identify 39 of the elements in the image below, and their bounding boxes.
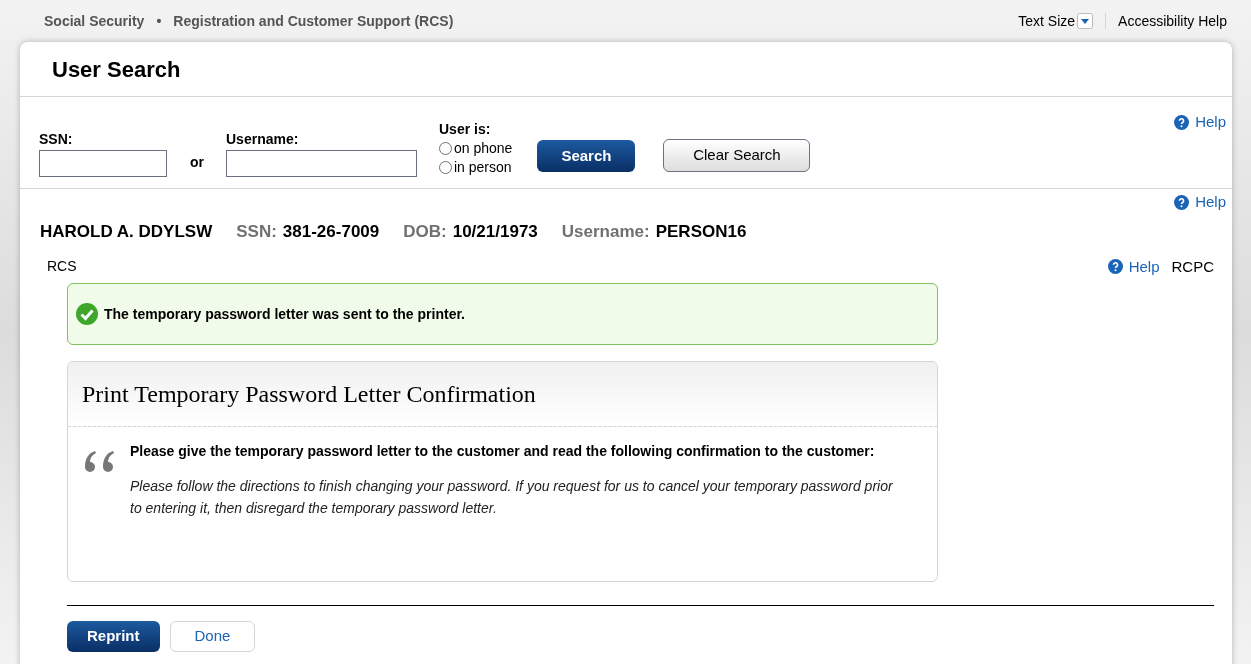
clear-search-button[interactable]: Clear Search [663,139,811,172]
reprint-button[interactable]: Reprint [67,621,160,652]
info-value: 10/21/1973 [452,221,538,243]
info-value: 381-26-7009 [282,221,380,243]
radio-option[interactable]: in person [439,158,513,177]
section-label: RCS [46,257,77,277]
check-icon [76,303,98,325]
help-icon [1107,259,1123,275]
user-is-label: User is: [439,120,492,139]
done-button[interactable]: Done [169,621,256,652]
dropdown-icon [1077,13,1094,29]
ssn-field[interactable] [39,150,167,177]
field-label: SSN: [39,130,74,149]
instruction-text: Please give the temporary password letter to the customer and read the following confirmation to the customer: [130,442,876,461]
alert-message: The temporary password letter was sent to the printer. [104,304,465,324]
radio-option[interactable]: on phone [439,139,513,158]
info-value: PERSON16 [655,221,747,243]
username-field[interactable] [226,150,417,177]
help-link[interactable]: Help [1174,111,1226,134]
panel-title: Print Temporary Password Letter Confirmation [82,380,536,409]
section-label: RCPC [1171,256,1214,277]
help-link[interactable]: Help [1174,191,1226,214]
info-label: DOB: [403,221,447,243]
info-label: SSN: [236,221,277,243]
help-icon [1174,114,1190,130]
page-title: User Search [52,55,181,84]
accessibility-help-link[interactable]: Accessibility Help [1118,10,1227,32]
help-link[interactable]: Help [1107,255,1160,278]
customer-name: HAROLD A. DDYLSW [40,221,213,243]
confirmation-text: Please follow the directions to finish changing your password. If you request for us to cancel your temporary password prior to entering it, then disregard the temporary password letter. [130,477,894,518]
breadcrumb-link[interactable]: Registration and Customer Support (RCS) [173,10,454,32]
info-label: Username: [561,221,650,243]
breadcrumb-link[interactable]: Social Security [44,10,145,32]
help-icon [1174,194,1190,210]
or-text: or [190,153,204,172]
text-size-button[interactable]: Text Size [1018,10,1094,32]
field-label: Username: [226,130,300,149]
breadcrumb-separator: • [156,11,162,31]
search-button[interactable]: Search [537,140,636,172]
